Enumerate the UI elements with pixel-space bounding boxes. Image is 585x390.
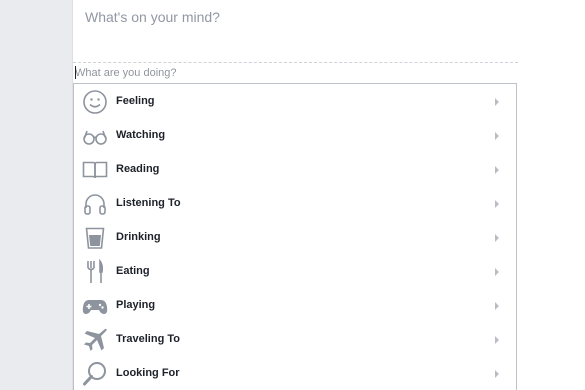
dashed-divider [73, 62, 518, 63]
menu-item-watching[interactable]: Watching [74, 118, 516, 152]
text-caret [75, 66, 76, 79]
book-icon [82, 157, 108, 183]
status-placeholder[interactable]: What's on your mind? [85, 9, 220, 25]
menu-item-traveling-to[interactable]: Traveling To [74, 322, 516, 356]
status-composer-page: What's on your mind? Feeling [0, 0, 585, 390]
menu-item-label: Watching [116, 129, 166, 141]
chevron-right-icon [495, 370, 499, 378]
status-composer[interactable]: What's on your mind? [73, 0, 518, 62]
menu-item-label: Reading [116, 163, 160, 175]
chevron-right-icon [495, 98, 499, 106]
chevron-right-icon [495, 268, 499, 276]
left-background-strip [0, 0, 73, 390]
fork-knife-icon [82, 259, 108, 285]
glasses-icon [82, 123, 108, 149]
chevron-right-icon [495, 200, 499, 208]
menu-item-label: Feeling [116, 95, 155, 107]
menu-item-feeling[interactable]: Feeling [74, 84, 516, 118]
chevron-right-icon [495, 336, 499, 344]
chevron-right-icon [495, 234, 499, 242]
chevron-right-icon [495, 132, 499, 140]
airplane-icon [82, 327, 108, 353]
menu-item-drinking[interactable]: Drinking [74, 220, 516, 254]
menu-item-label: Traveling To [116, 333, 180, 345]
activity-dropdown: Feeling Watching Reading Listening To Dr… [73, 83, 517, 390]
menu-item-label: Drinking [116, 231, 161, 243]
gamepad-icon [82, 293, 108, 319]
chevron-right-icon [495, 302, 499, 310]
menu-item-reading[interactable]: Reading [74, 152, 516, 186]
activity-search-input[interactable] [75, 65, 505, 81]
cup-icon [82, 225, 108, 251]
menu-item-label: Playing [116, 299, 156, 311]
menu-item-playing[interactable]: Playing [74, 288, 516, 322]
menu-item-looking-for[interactable]: Looking For [74, 356, 516, 390]
menu-item-label: Looking For [116, 367, 180, 379]
smiley-icon [82, 89, 108, 115]
magnifier-icon [82, 361, 108, 387]
menu-item-listening-to[interactable]: Listening To [74, 186, 516, 220]
menu-item-label: Eating [116, 265, 150, 277]
chevron-right-icon [495, 166, 499, 174]
headphones-icon [82, 191, 108, 217]
menu-item-eating[interactable]: Eating [74, 254, 516, 288]
menu-item-label: Listening To [116, 197, 181, 209]
